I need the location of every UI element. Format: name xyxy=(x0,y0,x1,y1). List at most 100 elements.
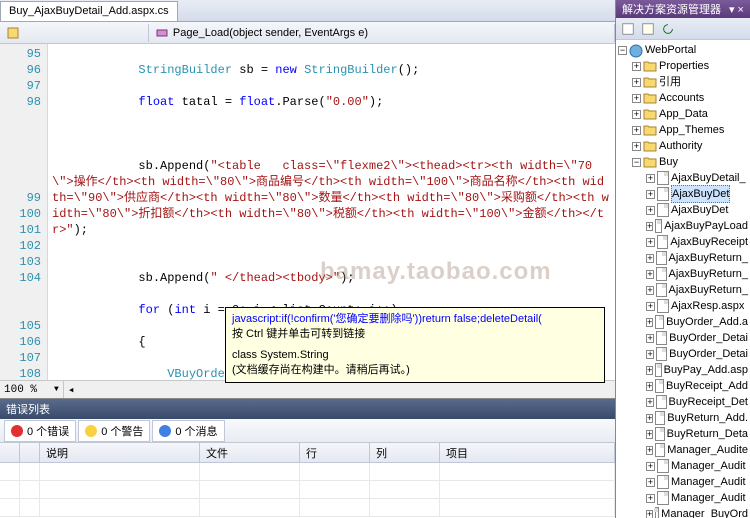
tree-node[interactable]: + BuyOrder_Add.a xyxy=(618,314,748,330)
solution-title-bar: 解决方案资源管理器 ▾ × xyxy=(616,0,750,18)
tree-node[interactable]: +BuyPay_Add.asp xyxy=(618,362,748,378)
solution-tree[interactable]: −WebPortal+Properties+引用+Accounts+App_Da… xyxy=(616,40,750,518)
method-dropdown[interactable]: Page_Load(object sender, EventArgs e) xyxy=(149,24,615,42)
file-icon xyxy=(656,251,667,265)
col-line[interactable]: 行 xyxy=(300,443,370,462)
warnings-tab[interactable]: 0 个警告 xyxy=(78,420,150,442)
expand-icon[interactable]: + xyxy=(632,62,641,71)
tree-node[interactable]: +Authority xyxy=(618,138,748,154)
class-dropdown[interactable] xyxy=(0,24,149,42)
tree-node[interactable]: −Buy xyxy=(618,154,748,170)
expand-icon[interactable]: + xyxy=(646,334,654,343)
tree-node[interactable]: +引用 xyxy=(618,74,748,90)
expand-icon[interactable]: + xyxy=(646,478,655,487)
errors-tab[interactable]: 0 个错误 xyxy=(4,420,76,442)
expand-icon[interactable]: + xyxy=(646,382,653,391)
code-nav-bar: Page_Load(object sender, EventArgs e) xyxy=(0,22,615,44)
expand-icon[interactable]: + xyxy=(646,462,655,471)
tree-node[interactable]: +BuyReceipt_Add xyxy=(618,378,748,394)
tree-node[interactable]: −WebPortal xyxy=(618,42,748,58)
expand-icon[interactable]: + xyxy=(646,286,654,295)
expand-icon[interactable]: + xyxy=(646,190,655,199)
tree-node[interactable]: +Manager_Audite xyxy=(618,442,748,458)
expand-icon[interactable]: + xyxy=(646,398,654,407)
zoom-value[interactable]: 100 % xyxy=(4,384,54,396)
messages-tab[interactable]: 0 个消息 xyxy=(152,420,224,442)
file-icon xyxy=(656,395,667,409)
col-description[interactable]: 说明 xyxy=(40,443,200,462)
tree-node[interactable]: +AjaxBuyReceipt xyxy=(618,234,748,250)
tree-label: BuyReturn_Add. xyxy=(667,410,748,426)
tree-label: AjaxBuyPayLoad xyxy=(664,218,748,234)
expand-icon[interactable]: + xyxy=(632,110,641,119)
expand-icon[interactable]: + xyxy=(646,254,654,263)
tree-node[interactable]: + AjaxResp.aspx xyxy=(618,298,748,314)
tree-node[interactable]: +App_Data xyxy=(618,106,748,122)
expand-icon[interactable]: + xyxy=(632,126,641,135)
view-code-icon[interactable] xyxy=(680,21,696,37)
solution-explorer: 解决方案资源管理器 ▾ × −WebPortal+Properties+引用+A… xyxy=(615,0,750,518)
expand-icon[interactable]: + xyxy=(646,350,654,359)
col-column[interactable]: 列 xyxy=(370,443,440,462)
nav-left-icon[interactable]: ◂ xyxy=(68,383,75,397)
tree-node[interactable]: +Manager_Audit xyxy=(618,458,748,474)
tree-node[interactable]: +Properties xyxy=(618,58,748,74)
expand-icon[interactable]: + xyxy=(632,94,641,103)
expand-icon[interactable]: + xyxy=(646,430,653,439)
col-project[interactable]: 项目 xyxy=(440,443,615,462)
expand-icon[interactable]: + xyxy=(646,206,655,215)
tree-label: Manager_Audit xyxy=(671,474,746,490)
error-list-title: 错误列表 xyxy=(0,399,615,419)
tree-node[interactable]: + AjaxBuyPayLoad xyxy=(618,218,748,234)
view-designer-icon[interactable] xyxy=(700,21,716,37)
expand-icon[interactable]: + xyxy=(646,238,655,247)
tree-node[interactable]: +App_Themes xyxy=(618,122,748,138)
tree-node[interactable]: +AjaxBuyDetail_ xyxy=(618,170,748,186)
tree-node[interactable]: +AjaxBuyReturn_ xyxy=(618,266,748,282)
expand-icon[interactable]: + xyxy=(646,302,655,311)
tree-node[interactable]: +BuyOrder_Detai xyxy=(618,330,748,346)
error-filter-tabs: 0 个错误 0 个警告 0 个消息 xyxy=(0,419,615,443)
tree-node[interactable]: + BuyReturn_Add. xyxy=(618,410,748,426)
refresh-icon[interactable] xyxy=(660,21,676,37)
file-icon xyxy=(657,459,669,473)
tree-node[interactable]: + Manager_Audit xyxy=(618,474,748,490)
file-icon xyxy=(657,203,669,217)
tree-node[interactable]: +BuyReceipt_Det xyxy=(618,394,748,410)
expand-icon[interactable]: + xyxy=(646,366,653,375)
folder-icon xyxy=(643,76,657,88)
expand-icon[interactable]: − xyxy=(632,158,641,167)
tree-node[interactable]: +Accounts xyxy=(618,90,748,106)
col-file[interactable]: 文件 xyxy=(200,443,300,462)
expand-icon[interactable]: + xyxy=(646,510,653,518)
tree-node[interactable]: +AjaxBuyReturn_ xyxy=(618,250,748,266)
message-icon xyxy=(159,425,171,437)
tooltip-status: (文档缓存尚在构建中。请稍后再试。) xyxy=(232,363,598,378)
tree-label: BuyOrder_Add.a xyxy=(666,314,748,330)
warning-icon xyxy=(85,425,97,437)
expand-icon[interactable]: + xyxy=(632,78,641,87)
expand-icon[interactable]: + xyxy=(646,414,653,423)
expand-icon[interactable]: + xyxy=(632,142,641,151)
expand-icon[interactable]: + xyxy=(646,494,655,503)
expand-icon[interactable]: + xyxy=(646,174,655,183)
tree-node[interactable]: +BuyOrder_Detai xyxy=(618,346,748,362)
expand-icon[interactable]: + xyxy=(646,270,654,279)
tree-node[interactable]: +AjaxBuyDet xyxy=(618,202,748,218)
properties-icon[interactable] xyxy=(620,21,636,37)
class-icon xyxy=(6,26,20,40)
show-all-icon[interactable] xyxy=(640,21,656,37)
tree-node[interactable]: +AjaxBuyReturn_ xyxy=(618,282,748,298)
tree-node[interactable]: +Manager_Audit xyxy=(618,490,748,506)
panel-menu-icon[interactable]: ▾ × xyxy=(729,3,744,16)
expand-icon[interactable]: + xyxy=(646,446,653,455)
expand-icon[interactable]: + xyxy=(646,318,653,327)
tree-node[interactable]: +BuyReturn_Deta xyxy=(618,426,748,442)
tree-label: AjaxResp.aspx xyxy=(671,298,744,314)
tree-node[interactable]: +Manager_BuyOrd xyxy=(618,506,748,518)
expand-icon[interactable]: − xyxy=(618,46,627,55)
file-tab[interactable]: Buy_AjaxBuyDetail_Add.aspx.cs xyxy=(0,1,178,21)
tree-node[interactable]: +AjaxBuyDet xyxy=(618,186,748,202)
expand-icon[interactable]: + xyxy=(646,222,653,231)
error-grid-body[interactable] xyxy=(0,463,615,518)
